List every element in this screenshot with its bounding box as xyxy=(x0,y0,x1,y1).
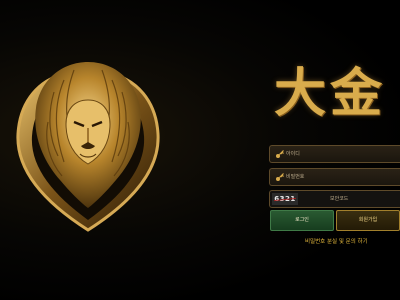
logo-text: 大金 xyxy=(274,63,387,124)
logo: 大金 xyxy=(272,60,400,132)
password-field[interactable]: 비밀번호 xyxy=(269,168,400,186)
captcha-placeholder: 보안코드 xyxy=(330,196,349,202)
key-icon xyxy=(276,173,284,181)
captcha-field[interactable]: 6321 보안코드 xyxy=(269,190,400,208)
username-field[interactable]: 아이디 xyxy=(269,145,400,163)
captcha-image: 6321 xyxy=(272,193,298,205)
password-placeholder: 비밀번호 xyxy=(286,174,305,180)
lion-emblem xyxy=(16,62,160,232)
login-button[interactable]: 로그인 xyxy=(270,210,334,231)
forgot-password-link[interactable]: 비밀번호 분실 및 문의 하기 xyxy=(305,238,400,246)
key-icon xyxy=(276,150,284,158)
username-placeholder: 아이디 xyxy=(286,151,300,157)
join-button[interactable]: 회원가입 xyxy=(336,210,400,231)
login-page: 大金 아이디 비밀번호 6321 보안코드 로그인 회원가입 비밀번호 분실 및… xyxy=(0,0,400,300)
